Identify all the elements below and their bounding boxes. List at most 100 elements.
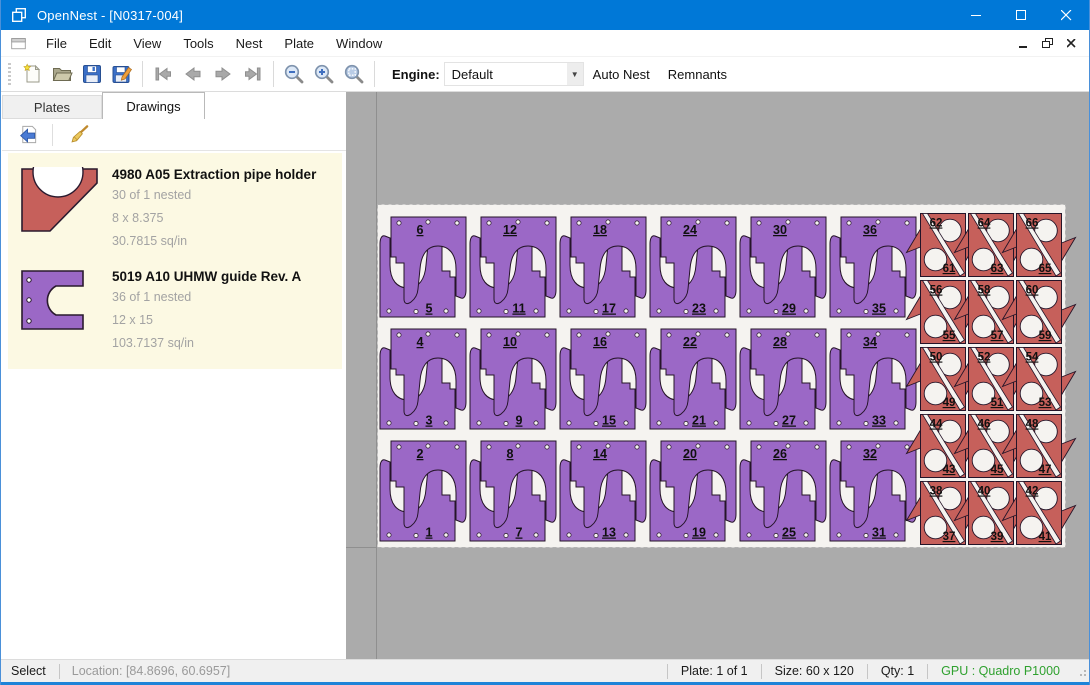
toolbar-separator <box>374 61 375 87</box>
mdi-restore-button[interactable] <box>1037 34 1057 52</box>
arrow-prev-icon <box>182 63 204 85</box>
part-hole <box>387 533 391 537</box>
part-hole <box>426 332 430 336</box>
status-mode: Select <box>1 664 59 678</box>
part-hole <box>864 421 868 425</box>
part-hole <box>504 533 508 537</box>
part-number: 20 <box>683 447 697 461</box>
drawing-item[interactable]: 4980 A05 Extraction pipe holder30 of 1 n… <box>8 155 342 257</box>
menu-plate[interactable]: Plate <box>273 30 325 56</box>
part-number: 37 <box>943 531 956 543</box>
drawing-item[interactable]: 5019 A10 UHMW guide Rev. A36 of 1 nested… <box>8 257 342 359</box>
menu-window[interactable]: Window <box>325 30 393 56</box>
resize-grip[interactable] <box>1073 660 1089 682</box>
next-plate-button[interactable] <box>208 60 238 89</box>
menu-file[interactable]: File <box>35 30 78 56</box>
save-button[interactable] <box>77 60 107 89</box>
toolbar-separator <box>52 124 53 146</box>
part-number: 27 <box>782 414 796 428</box>
part-number: 62 <box>930 218 943 230</box>
maximize-button[interactable] <box>999 0 1044 30</box>
part-hole <box>725 333 729 337</box>
import-drawing-button[interactable] <box>14 121 42 149</box>
zoom-in-icon <box>313 63 335 85</box>
toolbar-separator <box>273 61 274 87</box>
part-hole <box>487 221 491 225</box>
mdi-close-button[interactable] <box>1061 34 1081 52</box>
sidebar-tabs: PlatesDrawings <box>2 92 346 119</box>
part-number: 40 <box>978 486 991 498</box>
part-number: 14 <box>593 447 607 461</box>
part-hole <box>757 333 761 337</box>
part-number: 63 <box>991 263 1004 275</box>
part-number: 57 <box>991 330 1004 342</box>
part-nested-count: 30 of 1 nested <box>112 185 332 205</box>
part-number: 25 <box>782 526 796 540</box>
save-as-button[interactable] <box>107 60 137 89</box>
part-number: 66 <box>1026 218 1039 230</box>
menu-view[interactable]: View <box>122 30 172 56</box>
chevron-down-icon[interactable]: ▼ <box>567 63 583 85</box>
part-number: 12 <box>503 223 517 237</box>
part-hole <box>455 333 459 337</box>
open-button[interactable] <box>47 60 77 89</box>
tab-plates[interactable]: Plates <box>2 95 102 119</box>
part-hole <box>414 533 418 537</box>
part-number: 24 <box>683 223 697 237</box>
menu-edit[interactable]: Edit <box>78 30 122 56</box>
menu-tools[interactable]: Tools <box>172 30 224 56</box>
part-number: 11 <box>512 302 525 316</box>
first-plate-button[interactable] <box>148 60 178 89</box>
part-number: 44 <box>930 419 943 431</box>
part-number: 29 <box>782 302 796 316</box>
part-hole <box>815 221 819 225</box>
prev-plate-button[interactable] <box>178 60 208 89</box>
new-button[interactable] <box>17 60 47 89</box>
part-number: 39 <box>991 531 1004 543</box>
last-plate-button[interactable] <box>238 60 268 89</box>
close-button[interactable] <box>1044 0 1089 30</box>
nest-canvas[interactable]: 6512111817242330293635431091615222128273… <box>346 92 1090 659</box>
zoom-in-button[interactable] <box>309 60 339 89</box>
part-number: 31 <box>872 526 886 540</box>
part-hole <box>847 445 851 449</box>
part-number: 51 <box>991 397 1004 409</box>
clear-drawings-button[interactable] <box>65 121 93 149</box>
remnants-button[interactable]: Remnants <box>659 57 736 91</box>
part-hole <box>397 221 401 225</box>
toolbar-grip <box>8 63 11 85</box>
part-hole <box>414 309 418 313</box>
minimize-button[interactable] <box>954 0 999 30</box>
mdi-minimize-button[interactable] <box>1013 34 1033 52</box>
sidebar-panel: PlatesDrawings 4980 A05 Extraction pipe … <box>2 92 346 659</box>
zoom-fit-button[interactable] <box>339 60 369 89</box>
menu-bar: FileEditViewToolsNestPlateWindow <box>1 30 1089 57</box>
part-hole <box>667 333 671 337</box>
part-number: 65 <box>1039 263 1052 275</box>
part-hole <box>714 533 718 537</box>
part-number: 8 <box>507 447 514 461</box>
engine-select[interactable]: Default▼ <box>444 62 584 86</box>
part-hole <box>725 445 729 449</box>
part-hole <box>804 533 808 537</box>
part-number: 33 <box>872 414 886 428</box>
status-gpu: GPU : Quadro P1000 <box>927 664 1073 679</box>
auto-nest-button[interactable]: Auto Nest <box>584 57 659 91</box>
part-hole <box>894 421 898 425</box>
tab-drawings[interactable]: Drawings <box>102 92 205 119</box>
menu-nest[interactable]: Nest <box>225 30 274 56</box>
part-hole <box>757 221 761 225</box>
clear-broom-icon <box>69 124 90 145</box>
zoom-out-button[interactable] <box>279 60 309 89</box>
arrow-next-icon <box>212 63 234 85</box>
part-hole <box>815 333 819 337</box>
part-hole <box>387 421 391 425</box>
arrow-first-icon <box>152 63 174 85</box>
part-hole <box>635 333 639 337</box>
part-hole <box>397 333 401 337</box>
part-hole <box>905 445 909 449</box>
part-number: 16 <box>593 335 607 349</box>
part-hole <box>815 445 819 449</box>
part-hole <box>905 221 909 225</box>
save-edit-icon <box>111 63 133 85</box>
